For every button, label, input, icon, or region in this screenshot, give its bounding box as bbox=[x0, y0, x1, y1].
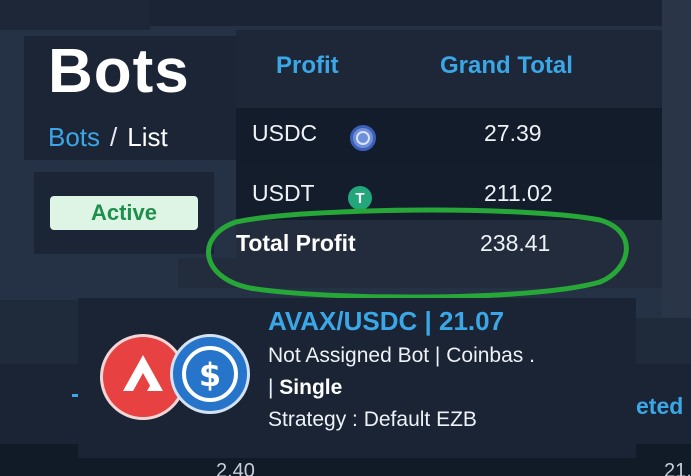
background-panel-left bbox=[0, 300, 78, 360]
table-row: USDC 27.39 bbox=[236, 108, 662, 164]
profit-value: 211.02 bbox=[484, 180, 553, 206]
usdc-coin-icon bbox=[350, 125, 376, 151]
usdt-coin-icon: T bbox=[348, 186, 372, 210]
page-title: Bots bbox=[48, 37, 190, 106]
currency-label: USDC bbox=[252, 120, 318, 146]
breadcrumb: Bots / List bbox=[48, 122, 168, 153]
bot-type-value: Single bbox=[279, 376, 343, 399]
bot-type: | Single bbox=[268, 376, 342, 400]
bot-card[interactable]: $ AVAX/USDC | 21.07 Not Assigned Bot | C… bbox=[78, 298, 636, 458]
table-row: USDT T 211.02 bbox=[236, 164, 662, 220]
breadcrumb-separator: / bbox=[110, 122, 118, 152]
total-profit-value: 238.41 bbox=[480, 230, 551, 256]
bot-pair-title[interactable]: AVAX/USDC | 21.07 bbox=[268, 306, 504, 337]
bot-strategy: Strategy : Default EZB bbox=[268, 408, 477, 431]
background-column-header: eted bbox=[636, 393, 684, 419]
usdc-coin-icon: $ bbox=[170, 334, 250, 414]
breadcrumb-link-bots[interactable]: Bots bbox=[48, 122, 100, 152]
svg-text:$: $ bbox=[199, 356, 221, 394]
total-profit-label: Total Profit bbox=[236, 230, 356, 256]
screen: Bots Bots / List Active Profit Grand Total… bbox=[0, 0, 691, 476]
status-badge-active[interactable]: Active bbox=[50, 196, 198, 230]
total-row-extension bbox=[178, 258, 662, 288]
column-header-grand-total[interactable]: Grand Total bbox=[440, 52, 573, 80]
column-header-profit[interactable]: Profit bbox=[276, 52, 339, 80]
background-panel bbox=[0, 0, 150, 30]
background-cell: 2.40 bbox=[216, 460, 255, 476]
page-header: Bots Bots / List bbox=[24, 36, 236, 160]
profit-table: Profit Grand Total USDC 27.39 USDT T 211… bbox=[236, 30, 662, 288]
currency-label: USDT bbox=[252, 180, 315, 206]
breadcrumb-current: List bbox=[127, 122, 168, 152]
bot-assignment-exchange: Not Assigned Bot | Coinbas . bbox=[268, 344, 535, 367]
bot-type-separator: | bbox=[268, 376, 280, 399]
background-cell: 21.0 bbox=[664, 460, 691, 476]
profit-value: 27.39 bbox=[484, 120, 542, 146]
